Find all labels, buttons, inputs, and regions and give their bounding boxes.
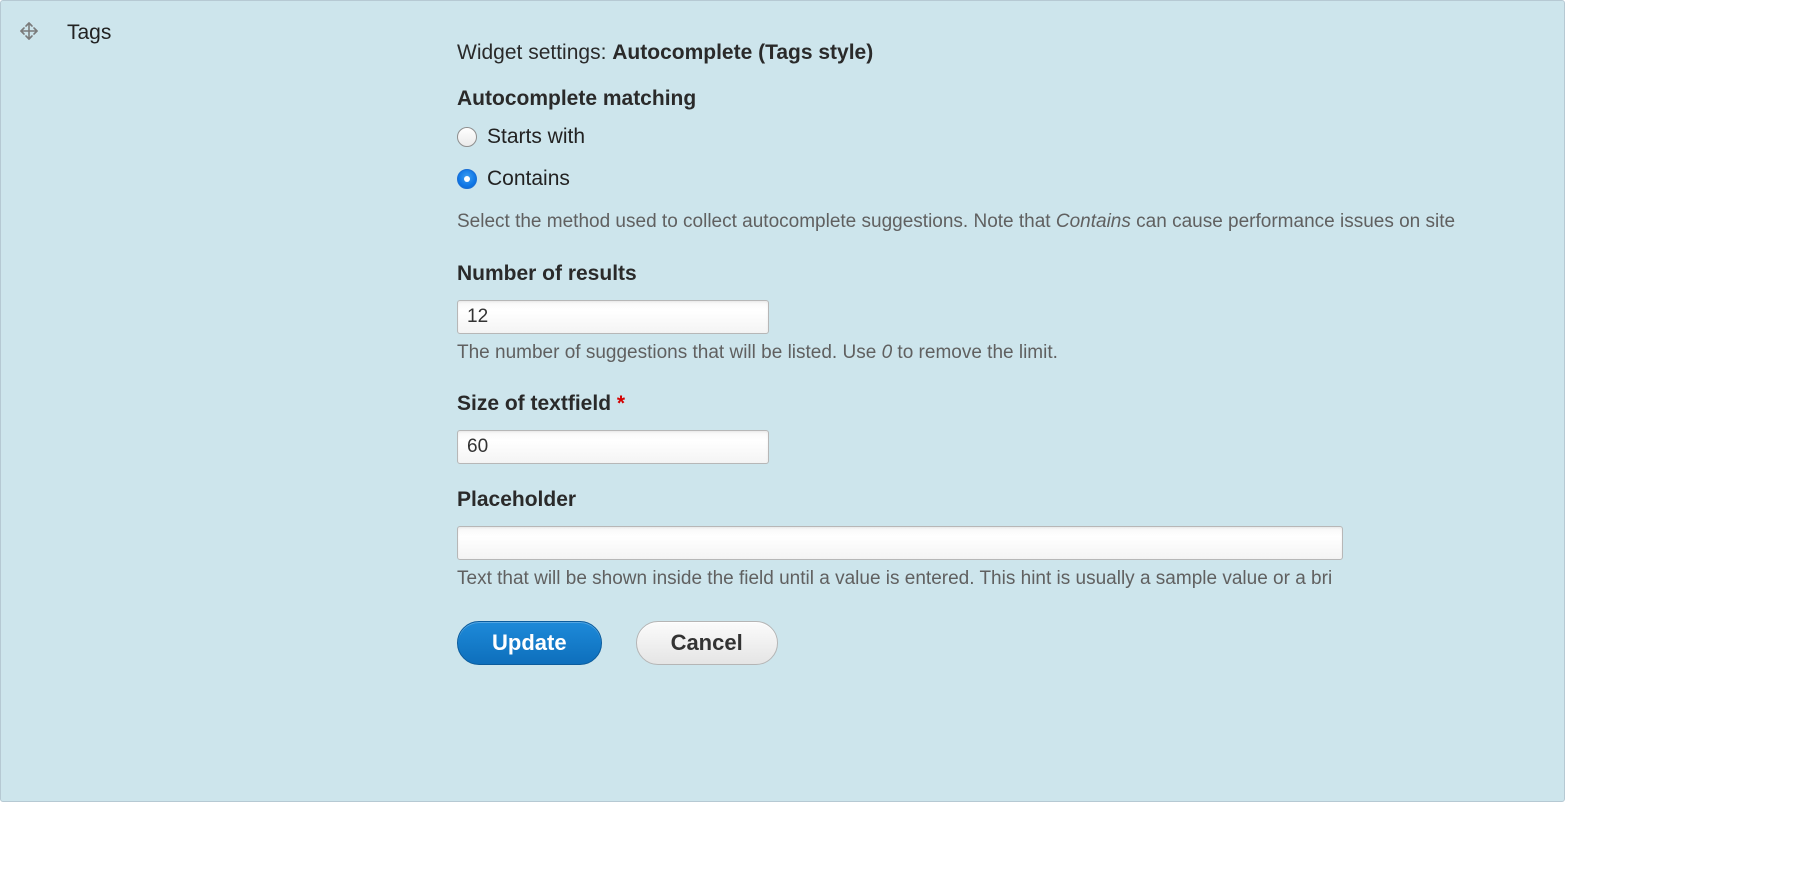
update-button[interactable]: Update [457, 621, 602, 665]
field-row: Tags Widget settings: Autocomplete (Tags… [1, 1, 1564, 665]
radio-icon [457, 169, 477, 189]
results-desc-pre: The number of suggestions that will be l… [457, 342, 882, 363]
widget-settings-panel: Tags Widget settings: Autocomplete (Tags… [0, 0, 1565, 802]
autocomplete-matching-legend: Autocomplete matching [457, 87, 1564, 111]
widget-settings-title: Widget settings: Autocomplete (Tags styl… [457, 41, 1564, 65]
action-buttons: Update Cancel [457, 621, 1564, 665]
required-mark: * [617, 392, 625, 415]
size-label-text: Size of textfield [457, 392, 611, 415]
placeholder-field: Placeholder Text that will be shown insi… [457, 488, 1564, 593]
radio-label: Starts with [487, 125, 585, 149]
field-name-label: Tags [67, 19, 457, 45]
settings-label-text: Widget settings: [457, 41, 606, 64]
number-of-results-label: Number of results [457, 262, 1564, 286]
drag-handle[interactable] [19, 19, 67, 41]
matching-desc-pre: Select the method used to collect autoco… [457, 211, 1056, 232]
size-of-textfield-field: Size of textfield * [457, 392, 1564, 464]
matching-desc-post: can cause performance issues on site [1131, 211, 1455, 232]
radio-option-starts-with[interactable]: Starts with [457, 125, 1564, 149]
size-of-textfield-input[interactable] [457, 430, 769, 464]
matching-desc-ital: Contains [1056, 211, 1131, 232]
placeholder-label: Placeholder [457, 488, 1564, 512]
number-of-results-input[interactable] [457, 300, 769, 334]
move-icon [19, 21, 39, 41]
placeholder-input[interactable] [457, 526, 1343, 560]
matching-description: Select the method used to collect autoco… [457, 209, 1564, 236]
radio-label: Contains [487, 167, 570, 191]
number-of-results-description: The number of suggestions that will be l… [457, 340, 1564, 367]
size-of-textfield-label: Size of textfield * [457, 392, 1564, 416]
settings-column: Widget settings: Autocomplete (Tags styl… [457, 19, 1564, 665]
results-desc-ital: 0 [882, 342, 893, 363]
number-of-results-field: Number of results The number of suggesti… [457, 262, 1564, 367]
radio-icon [457, 127, 477, 147]
radio-option-contains[interactable]: Contains [457, 167, 1564, 191]
results-desc-post: to remove the limit. [892, 342, 1058, 363]
cancel-button[interactable]: Cancel [636, 621, 778, 665]
placeholder-description: Text that will be shown inside the field… [457, 566, 1564, 593]
widget-name: Autocomplete (Tags style) [612, 41, 873, 64]
